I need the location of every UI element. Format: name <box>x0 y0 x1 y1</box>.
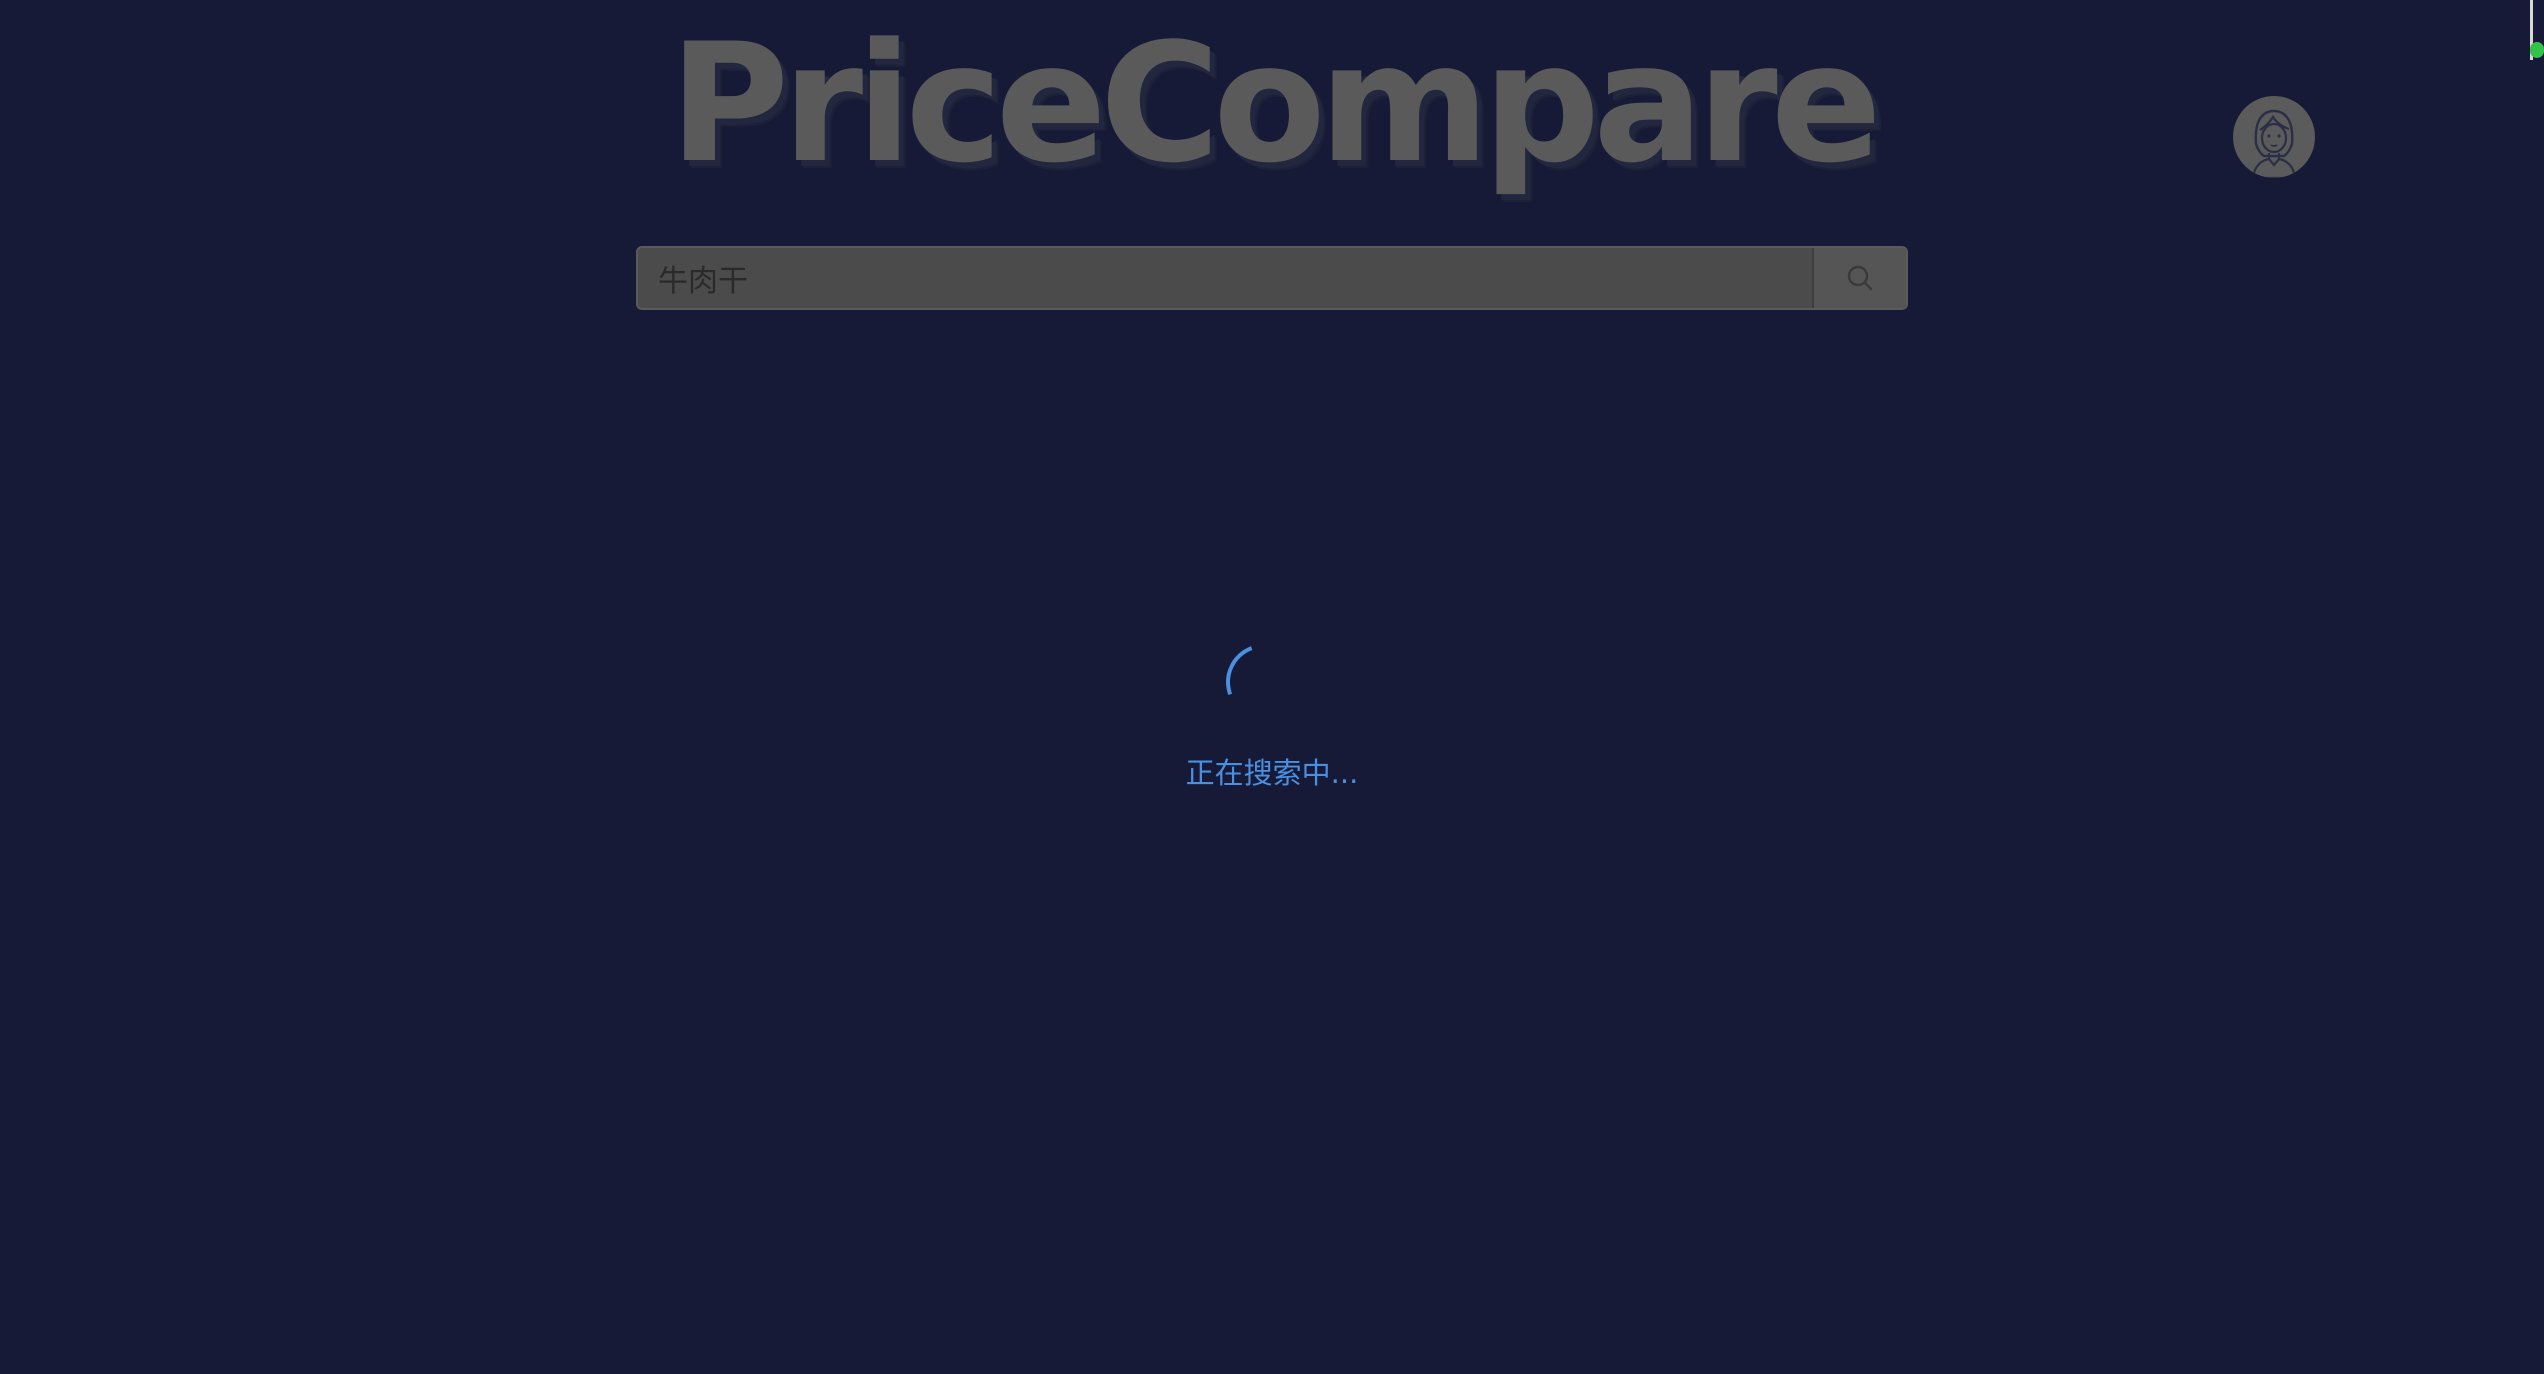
search-bar <box>636 246 1908 310</box>
status-dot <box>2530 42 2544 58</box>
user-avatar[interactable] <box>2233 96 2315 178</box>
search-icon <box>1847 265 1873 291</box>
loading-text: 正在搜索中... <box>1185 756 1359 790</box>
search-button[interactable] <box>1812 248 1906 308</box>
logo: PriceCompare <box>669 8 1882 199</box>
search-input[interactable] <box>638 248 1812 308</box>
loading-spinner <box>1213 631 1315 733</box>
scroll-indicator <box>2530 0 2544 60</box>
user-avatar-icon <box>2251 109 2297 178</box>
